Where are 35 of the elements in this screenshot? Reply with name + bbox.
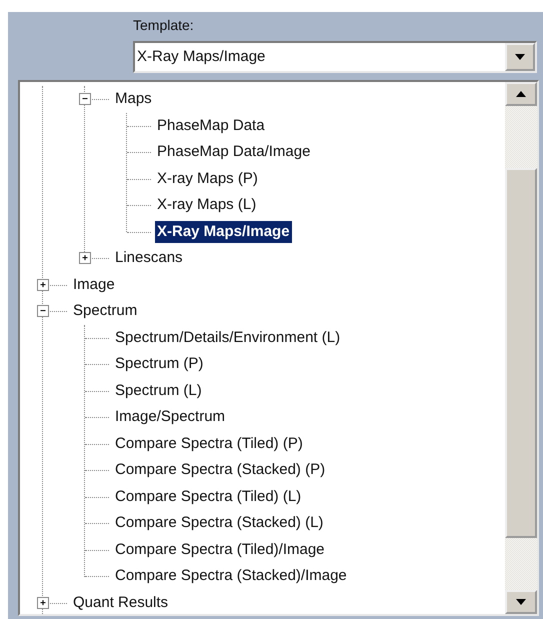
tree-item[interactable]: X-ray Maps (P) <box>155 168 260 190</box>
dropdown-button[interactable] <box>505 43 535 71</box>
tree-item[interactable]: Compare Spectra (Tiled) (P) <box>113 432 305 455</box>
tree-item[interactable]: Maps <box>113 88 154 110</box>
tree-item[interactable]: PhaseMap Data/Image <box>155 141 312 164</box>
template-label: Template: <box>133 16 194 35</box>
tree-item[interactable]: Compare Spectra (Tiled)/Image <box>113 538 327 561</box>
tree-item[interactable]: Spectrum (L) <box>113 380 204 402</box>
tree-item[interactable]: Spectrum <box>71 300 140 322</box>
tree-item[interactable]: Compare Spectra (Stacked)/Image <box>113 565 349 588</box>
expand-icon[interactable] <box>37 596 49 609</box>
tree-item[interactable]: Compare Spectra (Tiled) (L) <box>113 486 304 508</box>
expand-icon[interactable] <box>79 252 91 264</box>
tree-item[interactable]: Image/Spectrum <box>113 406 228 428</box>
collapse-icon[interactable] <box>37 305 49 318</box>
tree-item[interactable]: PhaseMap Data <box>155 114 267 137</box>
tree-item[interactable]: Image <box>71 274 117 296</box>
collapse-icon[interactable] <box>79 93 91 106</box>
tree-item[interactable]: Compare Spectra (Stacked) (L) <box>113 512 326 534</box>
scrollbar[interactable] <box>505 82 537 614</box>
tree-item[interactable]: Quant Results <box>71 592 170 614</box>
expand-icon[interactable] <box>37 278 49 291</box>
tree-item[interactable]: Spectrum/Details/Environment (L) <box>113 326 342 349</box>
scroll-up-button[interactable] <box>505 82 537 106</box>
tree-item[interactable]: Linescans <box>113 247 185 270</box>
template-dropdown[interactable]: X-Ray Maps/Image <box>133 41 537 73</box>
tree-item[interactable]: Spectrum (P) <box>113 353 206 376</box>
caret-down-icon <box>516 599 526 605</box>
scroll-down-button[interactable] <box>505 590 537 614</box>
scroll-thumb[interactable] <box>505 168 537 538</box>
caret-down-icon <box>515 54 525 60</box>
caret-up-icon <box>516 91 526 97</box>
tree-item[interactable]: X-Ray Maps/Image <box>155 220 292 243</box>
tree-item[interactable]: Compare Spectra (Stacked) (P) <box>113 459 328 482</box>
tree-item[interactable]: X-ray Maps (L) <box>155 194 258 216</box>
